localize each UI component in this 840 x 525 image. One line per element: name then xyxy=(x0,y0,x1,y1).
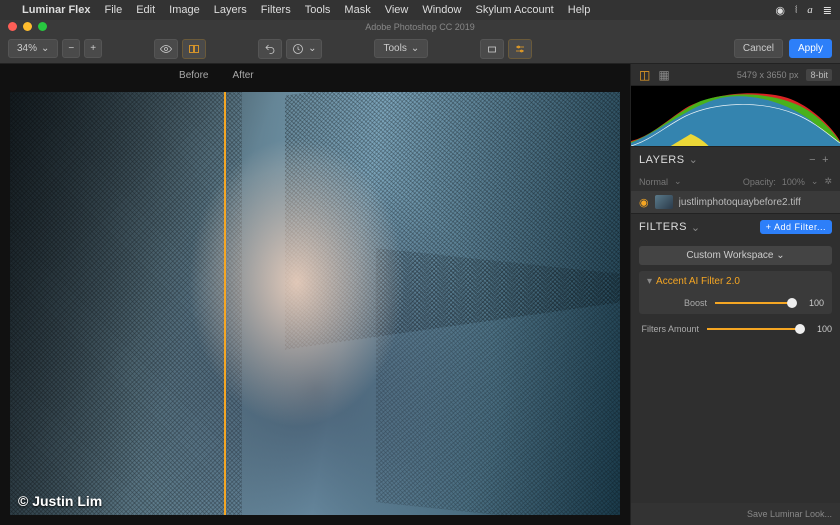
workspace-label: Custom Workspace xyxy=(686,250,773,261)
apply-button[interactable]: Apply xyxy=(789,39,832,58)
compare-icon xyxy=(188,43,200,55)
info-tab-icon[interactable]: ▦ xyxy=(658,68,669,82)
remove-layer-button[interactable]: − xyxy=(806,154,819,166)
menu-image[interactable]: Image xyxy=(169,4,200,16)
tools-dropdown[interactable]: Tools ⌄ xyxy=(374,39,428,58)
menu-file[interactable]: File xyxy=(104,4,122,16)
filters-amount-label: Filters Amount xyxy=(639,324,699,334)
undo-button[interactable] xyxy=(258,39,282,59)
zoom-level-value: 34% xyxy=(17,43,37,54)
host-title: Adobe Photoshop CC 2019 xyxy=(365,22,475,32)
histogram[interactable] xyxy=(631,86,840,146)
filters-amount-slider[interactable]: Filters Amount 100 xyxy=(631,318,840,340)
toolbar: 34% ⌄ − + ⌄ Tools ⌄ C xyxy=(0,34,840,64)
zoom-level-dropdown[interactable]: 34% ⌄ xyxy=(8,39,58,58)
filter-header[interactable]: ▾ Accent AI Filter 2.0 xyxy=(639,271,832,292)
menu-filters[interactable]: Filters xyxy=(261,4,291,16)
boost-value: 100 xyxy=(800,298,824,308)
chevron-down-icon: ⌄ xyxy=(308,43,316,54)
filters-amount-value: 100 xyxy=(808,324,832,334)
image-canvas[interactable]: © Justin Lim xyxy=(10,92,620,515)
eye-icon xyxy=(160,43,172,55)
history-button[interactable]: ⌄ xyxy=(286,39,322,59)
menu-window[interactable]: Window xyxy=(422,4,461,16)
minimize-window-button[interactable] xyxy=(23,22,32,31)
viewer: Before After © Justin Lim xyxy=(0,64,630,525)
tools-label: Tools xyxy=(383,43,406,54)
layer-name: justlimphotoquaybefore2.tiff xyxy=(679,197,801,208)
layer-settings-icon[interactable]: ✲ xyxy=(824,176,832,187)
status-color-wheel-icon[interactable]: ◉ xyxy=(775,4,785,17)
preview-toggle-button[interactable] xyxy=(154,39,178,59)
zoom-out-button[interactable]: − xyxy=(62,39,80,58)
compare-divider-handle[interactable] xyxy=(224,92,226,515)
chevron-down-icon: ⌄ xyxy=(411,43,419,54)
image-content xyxy=(285,92,621,349)
compare-before-label: Before xyxy=(0,70,221,81)
status-wifi-icon[interactable]: ⧙ xyxy=(795,4,797,17)
add-layer-button[interactable]: + xyxy=(819,154,832,166)
close-window-button[interactable] xyxy=(8,22,17,31)
save-look-label: Save Luminar Look... xyxy=(747,509,832,519)
boost-slider[interactable]: Boost 100 xyxy=(639,292,832,314)
menu-view[interactable]: View xyxy=(385,4,409,16)
opacity-value[interactable]: 100% xyxy=(782,177,805,187)
right-panel: ◫ ▦ 5479 x 3650 px 8-bit LAYERS ⌄ − + xyxy=(630,64,840,525)
compare-after-label: After xyxy=(221,70,631,81)
blend-mode-select[interactable]: Normal xyxy=(639,177,668,187)
boost-label: Boost xyxy=(647,298,707,308)
crop-button[interactable] xyxy=(480,39,504,59)
opacity-label: Opacity: xyxy=(743,177,776,187)
zoom-in-button[interactable]: + xyxy=(84,39,102,58)
zoom-window-button[interactable] xyxy=(38,22,47,31)
cancel-button[interactable]: Cancel xyxy=(734,39,783,58)
workspace-dropdown[interactable]: Custom Workspace ⌄ xyxy=(639,246,832,265)
menu-skylum[interactable]: Skylum Account xyxy=(475,4,553,16)
adjust-panel-button[interactable] xyxy=(508,39,532,59)
history-icon xyxy=(292,43,304,55)
layer-thumbnail xyxy=(655,195,673,209)
add-filter-button[interactable]: + Add Filter... xyxy=(760,220,832,234)
menu-tools[interactable]: Tools xyxy=(305,4,331,16)
undo-icon xyxy=(264,43,276,55)
compare-toggle-button[interactable] xyxy=(182,39,206,59)
save-look-button[interactable]: Save Luminar Look... xyxy=(631,503,840,525)
filters-title: FILTERS xyxy=(639,221,687,233)
status-menu-icon[interactable]: ≣ xyxy=(823,4,832,17)
chevron-down-icon[interactable]: ⌄ xyxy=(691,221,701,234)
histogram-tab-icon[interactable]: ◫ xyxy=(639,68,650,82)
traffic-lights xyxy=(8,22,47,31)
crop-icon xyxy=(486,43,498,55)
chevron-down-icon: ⌄ xyxy=(776,250,784,261)
status-user[interactable]: a xyxy=(807,4,813,16)
chevron-down-icon: ⌄ xyxy=(674,176,682,187)
layers-title: LAYERS xyxy=(639,154,685,166)
chevron-down-icon: ⌄ xyxy=(41,43,49,54)
image-content xyxy=(376,248,620,515)
chevron-down-icon: ⌄ xyxy=(811,176,819,187)
chevron-down-icon[interactable]: ⌄ xyxy=(689,153,699,166)
host-titlebar: Adobe Photoshop CC 2019 xyxy=(0,20,840,34)
sliders-icon xyxy=(514,43,526,55)
bit-depth: 8-bit xyxy=(806,69,832,81)
eye-icon[interactable]: ◉ xyxy=(639,196,649,209)
menu-edit[interactable]: Edit xyxy=(136,4,155,16)
image-dimensions: 5479 x 3650 px xyxy=(737,70,799,80)
filter-name: Accent AI Filter 2.0 xyxy=(656,276,740,287)
macos-menubar: Luminar Flex File Edit Image Layers Filt… xyxy=(0,0,840,20)
image-credit: © Justin Lim xyxy=(18,493,102,509)
menu-layers[interactable]: Layers xyxy=(214,4,247,16)
menu-mask[interactable]: Mask xyxy=(344,4,370,16)
app-name[interactable]: Luminar Flex xyxy=(22,4,90,16)
image-content xyxy=(10,92,242,515)
chevron-down-icon: ▾ xyxy=(647,276,652,287)
menu-help[interactable]: Help xyxy=(568,4,591,16)
layer-row[interactable]: ◉ justlimphotoquaybefore2.tiff xyxy=(631,191,840,213)
filter-card-accent: ▾ Accent AI Filter 2.0 Boost 100 xyxy=(639,271,832,314)
